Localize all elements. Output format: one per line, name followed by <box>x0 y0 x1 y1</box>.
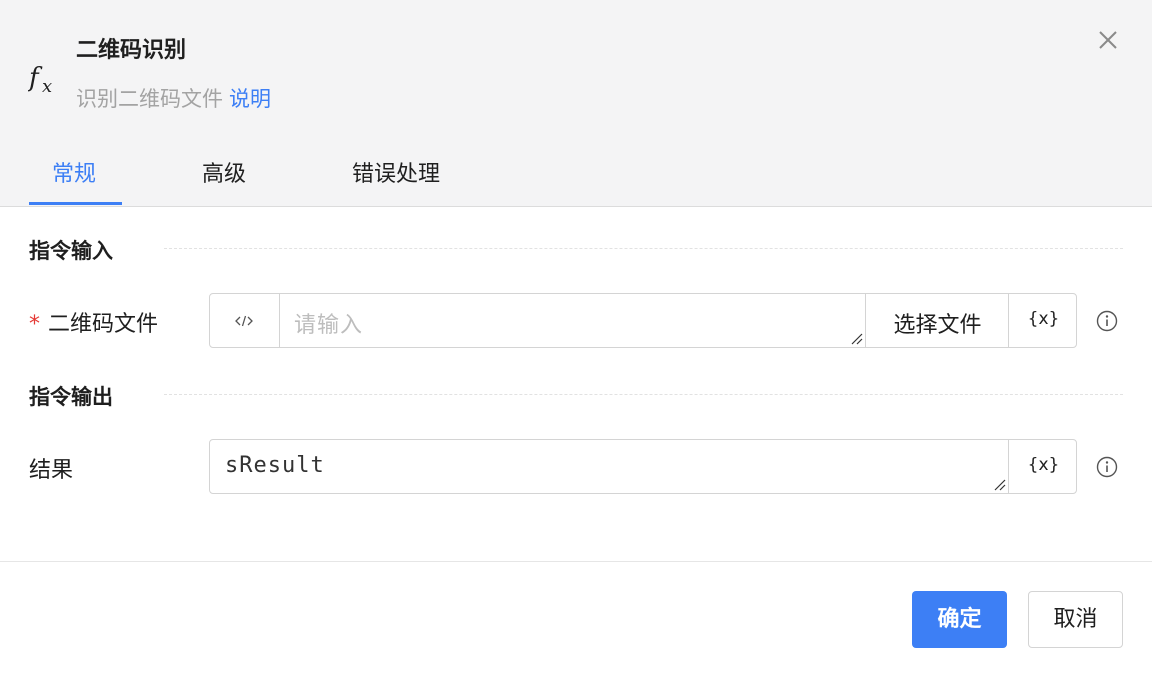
dialog-header: f x 二维码识别 识别二维码文件 说明 常规 高级 错误处理 <box>0 0 1152 207</box>
qr-file-input-group: 请输入 选择文件 {x} <box>209 293 1077 348</box>
resize-handle-icon[interactable] <box>849 331 863 345</box>
footer-divider <box>0 561 1152 562</box>
help-link[interactable]: 说明 <box>229 87 271 111</box>
variable-button-qr-file[interactable]: {x} <box>1008 294 1078 347</box>
dialog-subtitle: 识别二维码文件 说明 <box>76 83 271 113</box>
select-file-label: 选择文件 <box>893 313 982 338</box>
variable-icon: {x} <box>1027 309 1060 329</box>
tab-general[interactable]: 常规 <box>52 156 96 188</box>
info-icon[interactable] <box>1096 310 1118 332</box>
variable-icon: {x} <box>1027 455 1060 475</box>
resize-handle-icon[interactable] <box>992 477 1006 491</box>
qr-file-input[interactable]: 请输入 <box>279 294 865 347</box>
field-label-result: 结果 <box>29 458 74 483</box>
select-file-button[interactable]: 选择文件 <box>865 294 1009 347</box>
result-input[interactable]: sResult <box>210 440 1008 493</box>
fx-icon: f x <box>28 63 52 96</box>
section-divider <box>164 394 1123 395</box>
info-icon[interactable] <box>1096 456 1118 478</box>
subtitle-text: 识别二维码文件 <box>76 87 223 111</box>
section-divider <box>164 248 1123 249</box>
section-title-input: 指令输入 <box>29 239 113 263</box>
field-label-qr-file: * 二维码文件 <box>29 306 158 338</box>
field-label-text: 二维码文件 <box>48 312 159 337</box>
variable-button-result[interactable]: {x} <box>1008 440 1078 493</box>
dialog-title: 二维码识别 <box>76 38 187 63</box>
section-title-output: 指令输出 <box>29 385 113 409</box>
tab-advanced[interactable]: 高级 <box>202 156 246 188</box>
close-icon[interactable] <box>1094 26 1122 54</box>
qr-file-placeholder: 请输入 <box>294 313 364 338</box>
required-mark: * <box>29 312 40 337</box>
result-input-group: sResult {x} <box>209 439 1077 494</box>
code-icon <box>235 315 253 327</box>
confirm-button[interactable]: 确定 <box>912 591 1007 648</box>
expression-toggle[interactable] <box>210 294 280 347</box>
svg-text:f: f <box>28 63 43 93</box>
active-tab-indicator <box>29 202 122 205</box>
cancel-button[interactable]: 取消 <box>1028 591 1123 648</box>
tab-error-handling[interactable]: 错误处理 <box>352 156 440 188</box>
svg-text:x: x <box>42 76 52 96</box>
result-value: sResult <box>225 453 325 478</box>
